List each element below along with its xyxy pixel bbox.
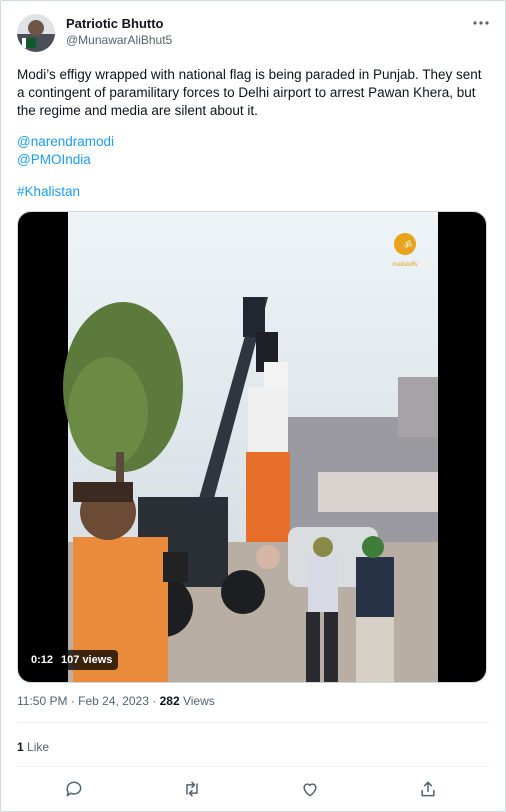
hashtag-link[interactable]: #Khalistan xyxy=(17,184,80,199)
video-time: 0:12 xyxy=(31,654,54,666)
svg-text:ॐ: ॐ xyxy=(404,240,412,251)
video-views: 107 views xyxy=(61,654,113,666)
divider xyxy=(17,722,489,723)
views-label: Views xyxy=(182,694,215,708)
like-icon[interactable] xyxy=(300,779,322,801)
author-handle[interactable]: @MunawarAliBhut5 xyxy=(66,33,172,47)
mention-link[interactable]: @PMOIndia xyxy=(17,152,91,167)
share-icon[interactable] xyxy=(418,779,440,801)
tweet-time[interactable]: 11:50 PM xyxy=(17,694,67,708)
meta-separator: · xyxy=(152,694,157,708)
views-count: 282 xyxy=(159,694,180,708)
likes-label: Like xyxy=(27,740,50,754)
retweet-icon[interactable] xyxy=(182,779,204,801)
tweet-text: Modi’s effigy wrapped with national flag… xyxy=(17,67,482,118)
meta-separator: · xyxy=(70,694,75,708)
avatar[interactable] xyxy=(17,14,55,52)
video-watermark: malistuffs xyxy=(392,262,417,268)
divider xyxy=(17,766,489,767)
video-frame: ॐ malistuffs xyxy=(63,212,438,682)
tweet-date[interactable]: Feb 24, 2023 xyxy=(78,694,149,708)
more-icon[interactable] xyxy=(471,16,491,30)
likes-stat[interactable]: 1 Like xyxy=(17,740,49,754)
mention-link[interactable]: @narendramodi xyxy=(17,134,114,149)
likes-count: 1 xyxy=(17,740,24,754)
tweet-meta: 11:50 PM · Feb 24, 2023 · 282 Views xyxy=(17,694,215,708)
author-name[interactable]: Patriotic Bhutto xyxy=(66,16,164,31)
video-player[interactable]: ॐ malistuffs xyxy=(17,211,487,683)
video-info-badge: 0:12 107 views xyxy=(25,650,119,670)
reply-icon[interactable] xyxy=(64,779,86,801)
